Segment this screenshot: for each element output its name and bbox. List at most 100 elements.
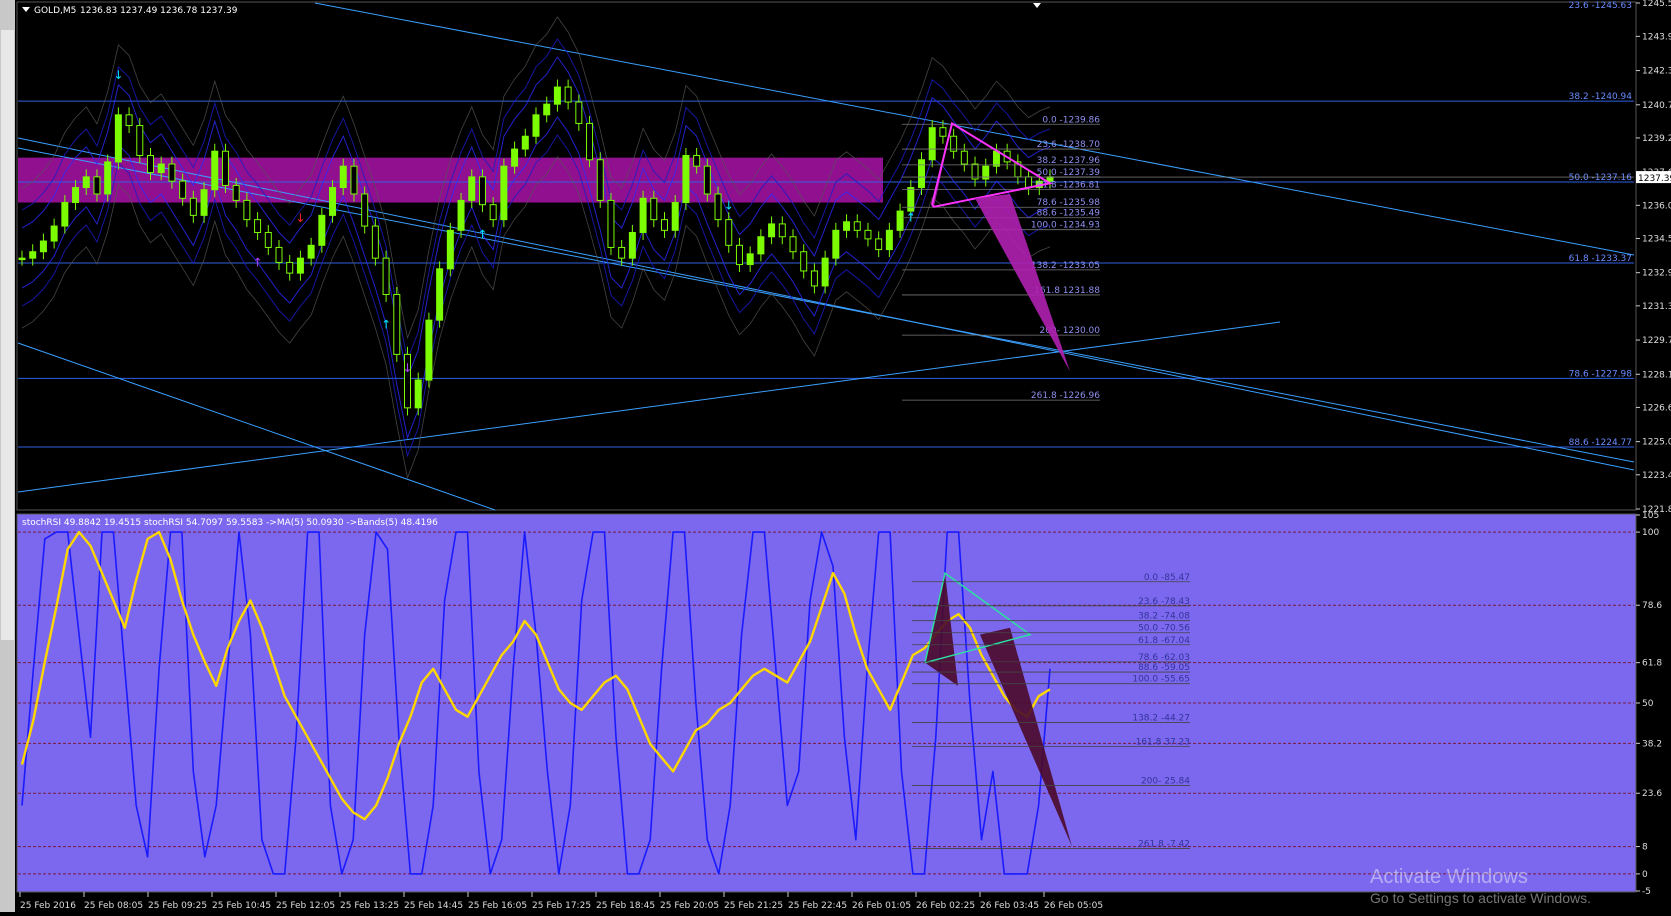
- x-tick-label: 25 Feb 20:05: [660, 901, 719, 911]
- ind-y-tick-label: -5: [1642, 887, 1651, 897]
- candle-body: [382, 257, 390, 295]
- chart-canvas[interactable]: 38.2 -1240.94 50.0 -1237.16 61.8 -1233.37 7…: [0, 0, 1671, 912]
- fractal-down-arrow-icon: ↓: [113, 68, 123, 82]
- candle-body: [939, 127, 947, 137]
- y-tick-label: 1236.07: [1642, 201, 1671, 211]
- candle-body: [179, 180, 187, 199]
- ind-y-tick-label: 61.8: [1642, 659, 1662, 669]
- chart-window[interactable]: 38.2 -1240.94 50.0 -1237.16 61.8 -1233.37 7…: [0, 0, 1671, 912]
- candle-body: [521, 135, 529, 150]
- candle-body: [243, 199, 251, 221]
- candle-body: [29, 251, 37, 259]
- candle-body: [18, 257, 26, 261]
- candle-body: [735, 244, 743, 266]
- candle-body: [125, 114, 133, 127]
- candle-body: [960, 150, 968, 165]
- candle-body: [200, 189, 208, 216]
- ind-y-tick-label: 0: [1642, 870, 1648, 880]
- candle-body: [918, 159, 925, 189]
- ind-y-tick-label: 105: [1642, 511, 1659, 521]
- ind-y-tick-label: 78.6: [1642, 601, 1662, 611]
- ind-fib-label: 138.2 -44.27: [1132, 714, 1190, 724]
- candle-body: [682, 154, 690, 204]
- candle-body: [147, 154, 154, 174]
- candle-body: [992, 150, 1000, 167]
- y-tick-label: 1245.53: [1642, 0, 1671, 9]
- x-tick-label: 26 Feb 02:25: [916, 901, 975, 911]
- y-tick-label: 1225.02: [1642, 438, 1671, 448]
- candle-body: [211, 150, 219, 191]
- candle-body: [832, 229, 840, 259]
- y-tick-label: 1223.47: [1642, 471, 1671, 481]
- x-tick-label: 25 Feb 08:05: [84, 901, 143, 911]
- candle-body: [628, 231, 636, 259]
- candle-body: [61, 202, 69, 227]
- candle-body: [307, 244, 315, 259]
- candle-body: [264, 231, 272, 248]
- fractal-up-arrow-icon: ↑: [477, 228, 487, 242]
- candle-body: [800, 251, 808, 272]
- x-tick-label: 25 Feb 2016: [20, 901, 76, 911]
- y-tick-label: 1234.52: [1642, 234, 1671, 244]
- candle-body: [671, 202, 679, 231]
- candle-body: [478, 176, 486, 206]
- candle-body: [768, 223, 776, 238]
- candle-body: [703, 165, 711, 195]
- x-tick-label: 25 Feb 22:45: [788, 901, 847, 911]
- candle-body: [93, 176, 101, 195]
- level-label: 23.6 -1245.63: [1569, 1, 1632, 11]
- fib-level-label: 100.0 -1234.93: [1031, 221, 1100, 231]
- candle-body: [864, 229, 872, 240]
- ind-fib-label: 50.0 -70.56: [1138, 624, 1190, 634]
- ind-fib-label: 23.6 -78.43: [1138, 597, 1190, 607]
- fib-level-label: 78.6 -1235.98: [1037, 198, 1101, 208]
- level-label: 61.8 -1233.37: [1569, 254, 1632, 264]
- x-tick-label: 25 Feb 18:45: [596, 901, 655, 911]
- candle-body: [436, 268, 444, 321]
- fib-level-label: 50.0 -1237.39: [1037, 168, 1101, 178]
- fib-level-label: 138.2 -1233.05: [1031, 261, 1100, 271]
- fractal-down-arrow-icon: ↓: [403, 361, 413, 375]
- candle-body: [318, 214, 326, 246]
- level-label: 88.6 -1224.77: [1569, 438, 1632, 448]
- ind-y-tick-label: 38.2: [1642, 739, 1662, 749]
- x-tick-label: 25 Feb 13:25: [340, 901, 399, 911]
- left-scroll-thumb[interactable]: [1, 30, 14, 640]
- candle-body: [50, 225, 58, 242]
- indicator-header: stochRSI 49.8842 19.4515 stochRSI 54.709…: [22, 518, 438, 528]
- candle-body: [157, 163, 165, 174]
- candle-body: [639, 197, 647, 233]
- candle-body: [425, 319, 433, 381]
- candle-body: [511, 148, 519, 167]
- ind-fib-label: 261.8 -7.42: [1138, 840, 1190, 850]
- candle-body: [446, 229, 454, 270]
- candle-body: [468, 176, 476, 201]
- fractal-up-arrow-icon: ↑: [381, 317, 391, 331]
- candle-body: [757, 236, 765, 255]
- candle-body: [189, 197, 197, 216]
- level-label: 78.6 -1227.98: [1569, 369, 1633, 379]
- candle-body: [393, 293, 401, 355]
- ind-fib-label: 0.0 -85.47: [1144, 573, 1190, 583]
- candle-body: [746, 253, 754, 266]
- x-tick-label: 25 Feb 17:25: [532, 901, 591, 911]
- x-tick-label: 25 Feb 14:45: [404, 901, 463, 911]
- candle-body: [296, 257, 304, 274]
- ind-fib-label: 100.0 -55.65: [1132, 675, 1190, 685]
- candle-body: [136, 125, 144, 156]
- y-tick-label: 1231.37: [1642, 302, 1671, 312]
- y-tick-label: 1228.17: [1642, 370, 1671, 380]
- y-tick-label: 1226.62: [1642, 403, 1671, 413]
- candle-body: [778, 223, 786, 238]
- candle-body: [350, 165, 358, 195]
- y-tick-label: 1229.77: [1642, 336, 1671, 346]
- ind-fib-label: 78.6 -62.03: [1138, 653, 1190, 663]
- candle-body: [885, 229, 893, 251]
- fib-level-label: 38.2 -1237.96: [1037, 156, 1101, 166]
- candle-body: [693, 154, 701, 167]
- candle-body: [232, 184, 240, 201]
- y-tick-label: 1243.97: [1642, 32, 1671, 42]
- fractal-down-arrow-icon: ↓: [724, 198, 734, 212]
- candle-body: [361, 193, 369, 227]
- candle-body: [789, 236, 797, 253]
